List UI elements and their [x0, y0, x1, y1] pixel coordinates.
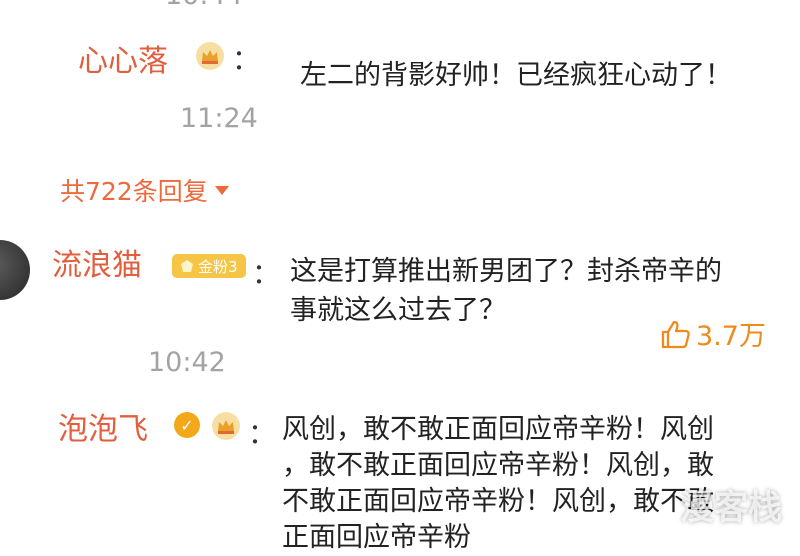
caret-down-icon [214, 186, 229, 195]
comment-timestamp: 11:24 [180, 103, 258, 134]
like-button[interactable]: 3.7万 [660, 314, 766, 353]
fan-level-icon [181, 260, 193, 272]
watermark-logo: 漫客栈 [680, 488, 782, 528]
comment-author-name[interactable]: 泡泡飞 [58, 404, 148, 448]
comment-author-name[interactable]: 心心落 [78, 36, 168, 80]
comment-text: 风创，敢不敢正面回应帝辛粉！风创 [282, 414, 714, 445]
comment-colon: ： [252, 257, 281, 290]
fan-level-label: 金粉3 [198, 257, 238, 276]
avatar[interactable] [0, 240, 30, 300]
comment-text: 这是打算推出新男团了？封杀帝辛的 [290, 256, 722, 287]
comment-timestamp: 10:42 [148, 347, 226, 378]
comment-colon: ： [248, 417, 277, 450]
previous-timestamp: 10:44 [165, 0, 243, 11]
thumbs-up-icon [661, 320, 690, 348]
comment-colon: ： [232, 43, 261, 76]
crown-icon [196, 42, 224, 70]
comment-text: 左二的背影好帅！已经疯狂心动了！ [300, 60, 732, 91]
crown-icon [212, 412, 240, 440]
verified-icon: ✓ [174, 412, 200, 438]
comment-text: 事就这么过去了？ [290, 295, 506, 326]
comment-author-name[interactable]: 流浪猫 [52, 240, 142, 284]
view-replies-button[interactable]: 共722条回复 [60, 172, 230, 208]
replies-label: 共722条回复 [60, 177, 208, 206]
comment-text: 不敢正面回应帝辛粉！风创，敢不敢 [282, 486, 714, 517]
like-count: 3.7万 [696, 321, 766, 352]
fan-level-badge: 金粉3 [172, 254, 246, 278]
comment-text: ，敢不敢正面回应帝辛粉！风创，敢 [282, 450, 714, 481]
comment-text: 正面回应帝辛粉 [282, 522, 471, 553]
